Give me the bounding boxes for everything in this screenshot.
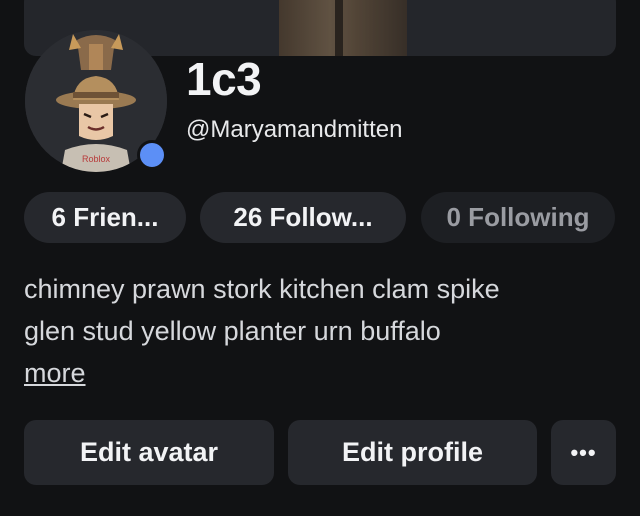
- banner-image: [279, 0, 407, 56]
- friends-count-button[interactable]: 6 Frien...: [24, 192, 186, 243]
- following-count-button[interactable]: 0 Following: [421, 192, 615, 243]
- more-options-button[interactable]: •••: [551, 420, 616, 485]
- avatar-shirt-text: Roblox: [82, 154, 111, 164]
- online-status-indicator: [137, 140, 167, 170]
- avatar-container[interactable]: Roblox: [25, 30, 167, 172]
- display-name: 1c3: [186, 53, 262, 105]
- bio-line: chimney prawn stork kitchen clam spike: [24, 274, 500, 304]
- edit-profile-button[interactable]: Edit profile: [288, 420, 537, 485]
- username: @Maryamandmitten: [186, 116, 403, 143]
- bio-text: chimney prawn stork kitchen clam spike g…: [24, 268, 616, 352]
- edit-avatar-button[interactable]: Edit avatar: [24, 420, 274, 485]
- followers-count-button[interactable]: 26 Follow...: [200, 192, 406, 243]
- bio-line: glen stud yellow planter urn buffalo: [24, 316, 441, 346]
- bio-more-link[interactable]: more: [24, 352, 86, 394]
